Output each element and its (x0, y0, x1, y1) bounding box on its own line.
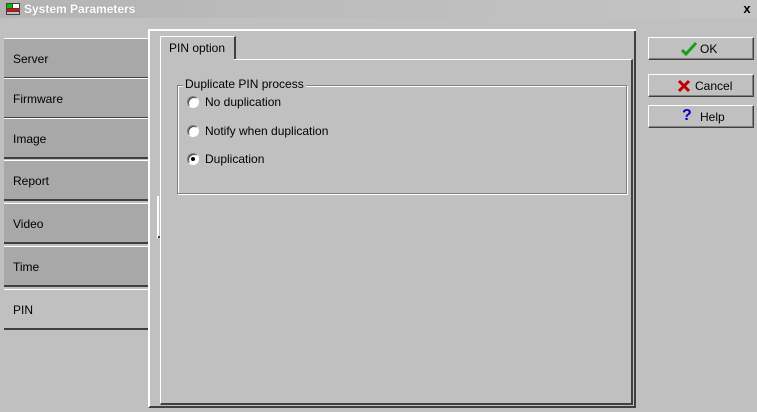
tab-pin-option[interactable]: PIN option (160, 36, 236, 59)
side-tab-image[interactable]: Image (4, 118, 148, 159)
side-tab-video[interactable]: Video (4, 203, 148, 244)
radio-button[interactable] (187, 153, 199, 165)
radio-button[interactable] (187, 96, 199, 108)
radio-button[interactable] (187, 125, 199, 137)
side-tab-server[interactable]: Server (4, 38, 148, 79)
close-button[interactable]: x (739, 1, 755, 16)
panel-notch (157, 196, 159, 238)
side-tab-label: Server (13, 52, 49, 66)
question-icon: ? (682, 107, 692, 124)
side-tab-label: PIN (13, 303, 34, 317)
settings-app-icon (6, 3, 20, 15)
radio-label: Notify when duplication (205, 124, 329, 138)
window-title: System Parameters (24, 2, 136, 16)
x-icon (677, 79, 691, 93)
cancel-button[interactable]: Cancel (648, 74, 754, 97)
tab-pin-option-label: PIN option (169, 41, 226, 55)
side-tab-pin[interactable]: PIN (4, 289, 152, 330)
radio-label: Duplication (205, 152, 265, 166)
side-tab-label: Firmware (13, 92, 63, 106)
ok-button[interactable]: OK (648, 37, 754, 60)
radio-label: No duplication (205, 95, 282, 109)
side-tab-label: Image (13, 132, 47, 146)
side-tab-time[interactable]: Time (4, 246, 148, 287)
ok-label: OK (700, 42, 718, 56)
side-tab-label: Time (13, 260, 40, 274)
side-tab-firmware[interactable]: Firmware (4, 78, 148, 119)
help-label: Help (700, 110, 725, 124)
side-tab-label: Report (13, 174, 50, 188)
window-client: Server Firmware Image Report Video Time … (0, 18, 757, 412)
group-legend: Duplicate PIN process (183, 77, 306, 91)
side-tab-filler (4, 334, 148, 409)
panel-top-edge (148, 29, 636, 31)
side-tab-label: Video (13, 217, 44, 231)
title-bar: System Parameters x (0, 0, 757, 18)
cancel-label: Cancel (695, 79, 733, 93)
side-tab-report[interactable]: Report (4, 160, 148, 201)
check-icon (681, 41, 697, 57)
help-button[interactable]: ? Help (648, 105, 754, 128)
